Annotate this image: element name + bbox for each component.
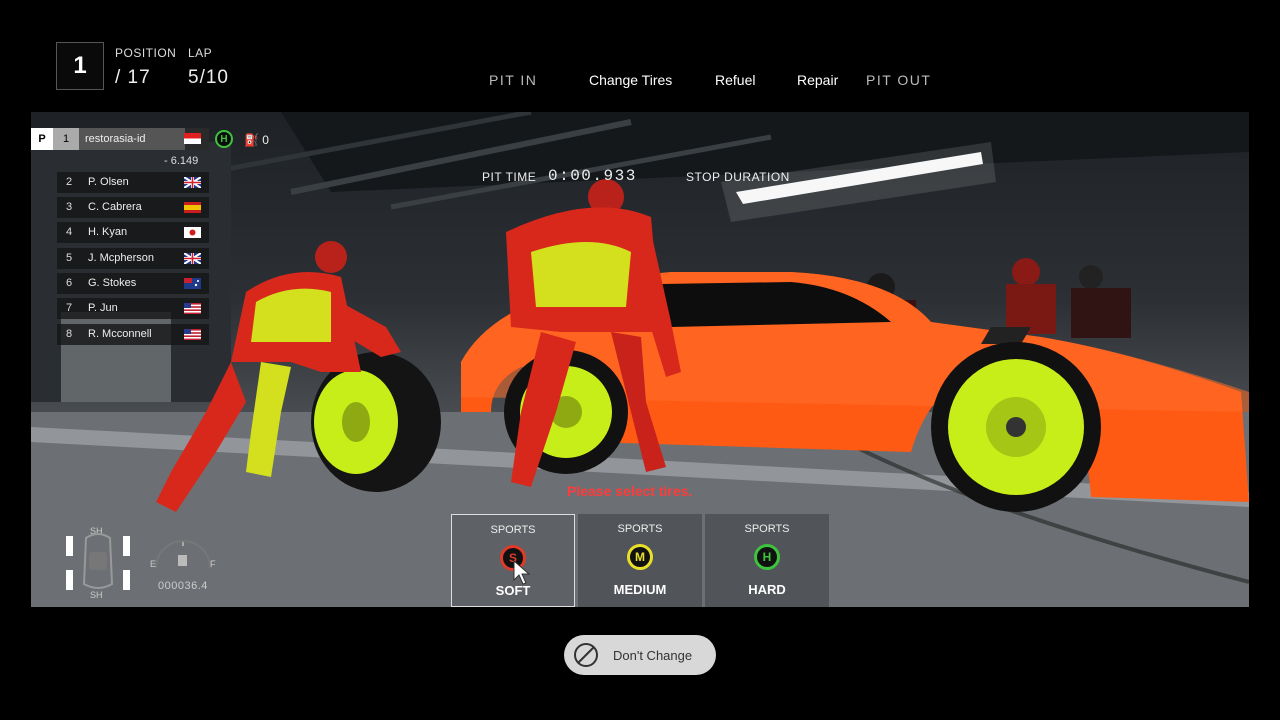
fuel-pump-icon: ⛽ [244,133,259,147]
lap-label: LAP [188,46,213,60]
tire-prompt: Please select tires. [567,483,693,499]
position-value: 1 [73,52,87,79]
flag-usa-icon [184,303,201,314]
row-name: R. Mcconnell [88,328,152,340]
row-name: P. Olsen [88,176,129,188]
flag-australia-icon [184,278,201,289]
pointer-cursor-icon [513,560,531,585]
repair-step[interactable]: Repair [797,72,838,88]
row-position: 2 [65,176,73,188]
change-tires-step[interactable]: Change Tires [589,72,672,88]
lap-value: 5/10 [188,67,229,88]
tire-category: SPORTS [617,523,663,535]
tire-category: SPORTS [490,524,536,536]
odometer: 000036.4 [158,580,208,592]
tire-name: HARD [748,582,786,597]
row-name: J. Mcpherson [88,252,155,264]
dont-change-label: Don't Change [613,647,693,663]
pit-time-label: PIT TIME [482,170,537,184]
dont-change-button[interactable]: Don't Change [564,635,716,675]
stop-duration-label: STOP DURATION [686,170,790,184]
row-position: 8 [65,328,73,340]
tire-letter: M [635,550,645,564]
prohibit-icon [574,643,598,667]
tire-letter: H [762,550,772,564]
tire-category: SPORTS [744,523,790,535]
pit-out-step: PIT OUT [866,72,932,88]
standings-row: 5 J. Mcpherson [57,248,209,269]
fuel-gauge-icon [155,540,211,569]
medium-tire-icon: M [627,544,653,570]
standings-row: 7 P. Jun [57,298,209,319]
standings-row: 3 C. Cabrera [57,197,209,218]
hard-tire-icon: H [754,544,780,570]
row-position: 3 [65,201,73,213]
row-name: P. Jun [88,302,118,314]
standings-row: 4 H. Kyan [57,222,209,243]
player-tag: P [31,128,53,150]
flag-indonesia-icon [184,133,201,144]
row-name: G. Stokes [88,277,137,289]
position-box: 1 [56,42,104,90]
player-gap: - 6.149 [164,155,199,167]
gauge-full-label: F [210,559,216,569]
pit-in-step: PIT IN [489,72,538,88]
current-tire-letter: H [220,133,228,145]
row-position: 6 [65,277,73,289]
gauge-empty-label: E [150,559,157,569]
flag-usa-icon [184,329,201,340]
tire-option-medium[interactable]: SPORTS M MEDIUM [578,514,702,607]
row-name: H. Kyan [88,226,128,238]
standings-row-player: P 1 restorasia-id [31,128,209,150]
row-position: 5 [65,252,73,264]
position-label: POSITION [115,46,177,60]
standings-row: 8 R. Mcconnell [57,324,209,345]
pit-time-value: 0:00.933 [548,167,637,185]
tire-name: MEDIUM [613,582,667,597]
refuel-step[interactable]: Refuel [715,72,755,88]
flag-uk-icon [184,253,201,264]
flag-japan-icon [184,227,201,238]
fuel-indicator: ⛽ 0 [244,133,269,147]
standings-row: 6 G. Stokes [57,273,209,294]
player-position: 1 [53,128,79,150]
flag-uk-icon [184,177,201,188]
player-name: restorasia-id [79,128,185,150]
row-position: 4 [65,226,73,238]
row-position: 7 [65,302,73,314]
car-tire-wear-icon [66,533,130,590]
tire-option-hard[interactable]: SPORTS H HARD [705,514,829,607]
flag-spain-icon [184,202,201,213]
position-total: / 17 [115,67,151,88]
current-tire-icon: H [215,130,233,148]
pit-menu: PIT IN Change Tires Refuel Repair PIT OU… [480,72,960,90]
standings-row: 2 P. Olsen [57,172,209,193]
fuel-count: 0 [262,133,269,147]
row-name: C. Cabrera [88,201,142,213]
